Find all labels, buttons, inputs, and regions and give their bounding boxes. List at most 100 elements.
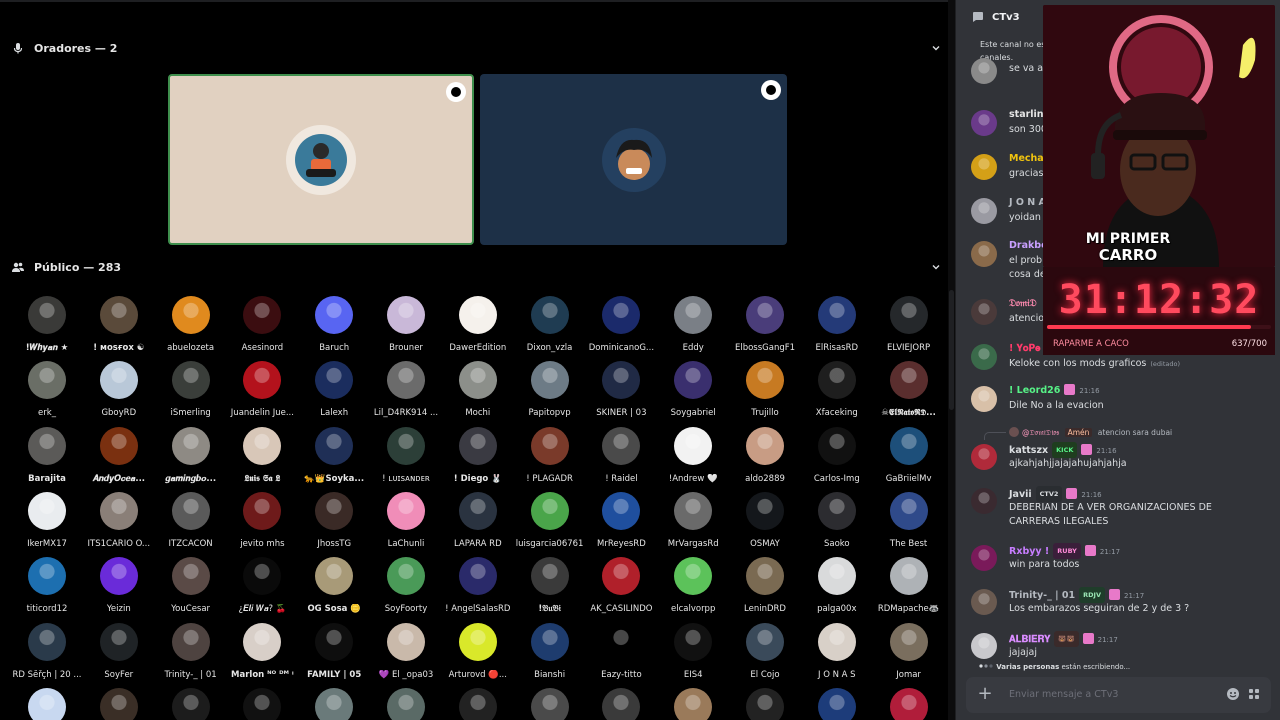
audience-member[interactable]: Trujillo	[729, 361, 801, 419]
audience-member[interactable]	[370, 687, 442, 720]
audience-member[interactable]: Mochi	[442, 361, 514, 419]
audience-member[interactable]: The Best	[873, 491, 945, 550]
audience-member[interactable]: ! ʟᴜɪsᴀɴᴅᴇʀ	[370, 426, 442, 485]
audience-member[interactable]: erk_	[11, 361, 83, 419]
message-author[interactable]: Trinity-_ | 01	[1009, 590, 1075, 601]
audience-member[interactable]: JhossTG	[298, 491, 370, 550]
audience-member[interactable]: iSmerling	[155, 361, 227, 419]
audience-member[interactable]: YouCesar	[155, 557, 227, 615]
scrollbar[interactable]	[948, 0, 955, 720]
audience-member[interactable]: Bianshi	[514, 622, 586, 681]
audience-member[interactable]	[873, 687, 945, 720]
audience-member[interactable]: palga00x	[801, 557, 873, 615]
audience-member[interactable]: GaBriielMv	[873, 426, 945, 485]
audience-member[interactable]: FAMILY | 05	[298, 622, 370, 681]
audience-member[interactable]: Xfaceking	[801, 361, 873, 419]
chevron-down-icon[interactable]	[931, 262, 941, 272]
audience-member[interactable]	[83, 687, 155, 720]
audience-member[interactable]: Brouner	[370, 296, 442, 354]
audience-member[interactable]: SoyFer	[83, 622, 155, 681]
audience-member[interactable]: !Andrew 🤍	[657, 426, 729, 485]
message-author[interactable]: Javii	[1009, 489, 1032, 500]
audience-member[interactable]: IkerMX17	[11, 491, 83, 550]
audience-member[interactable]: SoyFoorty	[370, 557, 442, 615]
audience-member[interactable]: aldo2889	[729, 426, 801, 485]
audience-member[interactable]: MrReyesRD	[585, 491, 657, 550]
message-composer[interactable]: + Enviar mensaje a CTv3	[966, 677, 1271, 713]
audience-member[interactable]: DominicanoG...	[585, 296, 657, 354]
audience-member[interactable]: 💜 El _opa03	[370, 622, 442, 681]
audience-member[interactable]: RDMapache🦝	[873, 557, 945, 615]
audience-member[interactable]: Barajita	[11, 426, 83, 485]
audience-member[interactable]: Yeizin	[83, 557, 155, 615]
reply-preview[interactable]: @𝔇𝔬𝔪𝔦𝔇𝔦𝔬𝔰 Amén atencion sara dubai	[1009, 427, 1172, 438]
audience-member[interactable]: OSMAY	[729, 491, 801, 550]
audience-member[interactable]	[298, 687, 370, 720]
message-author[interactable]: starlin	[1009, 109, 1044, 120]
message-author[interactable]: ! 𝐘𝐨𝐏𝐞	[1009, 343, 1041, 354]
emoji-icon[interactable]	[1226, 687, 1240, 701]
apps-icon[interactable]	[1247, 687, 1261, 701]
audience-member[interactable]: jevito mhs	[226, 491, 298, 550]
audience-member[interactable]: 🐆👑Soyka...	[298, 426, 370, 485]
message-author[interactable]: kattszx	[1009, 445, 1048, 456]
audience-member[interactable]: 𝕷𝖚𝖎𝖘 𝕾𝖆 𝕷	[226, 426, 298, 485]
audience-member[interactable]: EIS4	[657, 622, 729, 681]
audience-member[interactable]: Trinity-_ | 01	[155, 622, 227, 681]
audience-member[interactable]: J O N A S	[801, 622, 873, 681]
speaker-tile[interactable]	[168, 74, 474, 245]
audience-member[interactable]	[442, 687, 514, 720]
audience-member[interactable]: luisgarcia06761	[514, 491, 586, 550]
audience-member[interactable]: Carlos-Img	[801, 426, 873, 485]
audience-member[interactable]	[155, 687, 227, 720]
audience-member[interactable]: Baruch	[298, 296, 370, 354]
message-author[interactable]: Drakbo	[1009, 240, 1048, 251]
audience-member[interactable]: Eddy	[657, 296, 729, 354]
audience-member[interactable]: Papitopvp	[514, 361, 586, 419]
message-author[interactable]: ! Leord26	[1009, 385, 1060, 396]
audience-member[interactable]	[11, 687, 83, 720]
audience-member[interactable]: El Cojo	[729, 622, 801, 681]
audience-member[interactable]	[226, 687, 298, 720]
audience-member[interactable]: SKINER | 03	[585, 361, 657, 419]
audience-member[interactable]: Asesinord	[226, 296, 298, 354]
add-attachment-icon[interactable]: +	[976, 685, 994, 704]
audience-member[interactable]: RD Šĕřçĥ | 20 ...	[11, 622, 83, 681]
audience-member[interactable]: 𝒈𝒂𝒎𝒊𝒏𝒈𝒃𝒐...	[155, 426, 227, 485]
audience-member[interactable]: ! ᴍᴏsғᴏx ☯	[83, 296, 155, 354]
audience-header[interactable]: Público — 283	[12, 257, 121, 277]
audience-member[interactable]: OG Sosa 🪙	[298, 557, 370, 615]
audience-member[interactable]	[585, 687, 657, 720]
audience-member[interactable]: ElbossGangF1	[729, 296, 801, 354]
audience-member[interactable]: !𝔅𝔲𝔅𝔦	[514, 557, 586, 615]
audience-member[interactable]: AK_CASILINDO	[585, 557, 657, 615]
message-author[interactable]: J O N A	[1009, 197, 1046, 208]
audience-member[interactable]: ! Raidel	[585, 426, 657, 485]
audience-member[interactable]: GboyRD	[83, 361, 155, 419]
message-input[interactable]: Enviar mensaje a CTv3	[1009, 689, 1118, 700]
audience-member[interactable]: Arturovd 🔴...	[442, 622, 514, 681]
audience-member[interactable]: ElRisasRD	[801, 296, 873, 354]
audience-member[interactable]	[514, 687, 586, 720]
audience-member[interactable]: ITZCACON	[155, 491, 227, 550]
audience-member[interactable]: Lil_D4RK914 ...	[370, 361, 442, 419]
audience-member[interactable]: ! PLAGADR	[514, 426, 586, 485]
audience-member[interactable]: elcalvorpp	[657, 557, 729, 615]
audience-member[interactable]: Jomar	[873, 622, 945, 681]
message-author[interactable]: Rxbyy !	[1009, 546, 1049, 557]
audience-member[interactable]: ☠𝕰𝖑𝕹𝖆𝖙𝖔𝕽𝕯...	[873, 361, 945, 419]
chevron-down-icon[interactable]	[931, 43, 941, 53]
message-author[interactable]: 𝔇𝔬𝔪𝔦𝔇	[1009, 298, 1037, 309]
audience-member[interactable]: ITS1CARIO O...	[83, 491, 155, 550]
audience-member[interactable]: Soygabriel	[657, 361, 729, 419]
audience-member[interactable]: titicord12	[11, 557, 83, 615]
audience-member[interactable]: ! AngelSalasRD	[442, 557, 514, 615]
audience-member[interactable]: Dixon_vzla	[514, 296, 586, 354]
audience-member[interactable]: ! 𝗗𝗶𝗲𝗴𝗼 🐰	[442, 426, 514, 485]
audience-member[interactable]: DawerEdition	[442, 296, 514, 354]
message-author[interactable]: 𝐀𝐋𝐁𝐈𝐄𝐑𝐘	[1009, 634, 1050, 645]
audience-member[interactable]: 𝑨𝒏𝒅𝒚𝑶𝒄𝒆𝒂...	[83, 426, 155, 485]
audience-member[interactable]	[657, 687, 729, 720]
audience-member[interactable]: LaChunli	[370, 491, 442, 550]
audience-member[interactable]: LAPARA RD	[442, 491, 514, 550]
